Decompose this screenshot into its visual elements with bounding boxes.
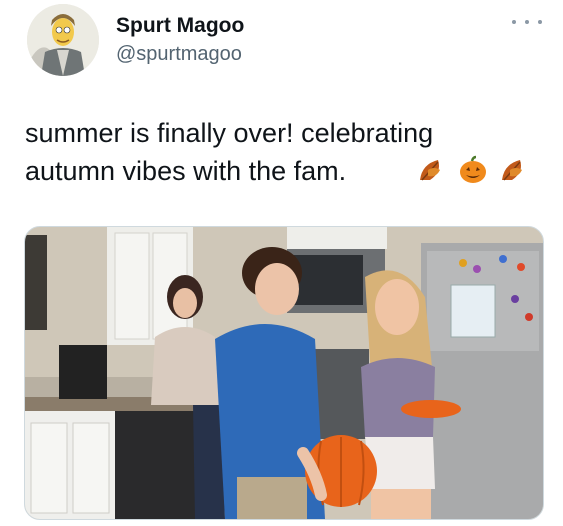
display-name[interactable]: Spurt Magoo [116, 14, 244, 38]
more-dot [525, 20, 529, 24]
fallen-leaf-icon [502, 160, 522, 181]
kitchen-photo [25, 227, 543, 519]
avatar-image [27, 4, 99, 76]
tweet-photo[interactable] [24, 226, 544, 520]
fallen-leaf-icon [420, 160, 440, 181]
more-dot [512, 20, 516, 24]
more-horizontal-icon[interactable] [512, 14, 542, 30]
jack-o-lantern-icon [460, 155, 486, 183]
user-handle[interactable]: @spurtmagoo [116, 42, 242, 66]
avatar[interactable] [27, 4, 99, 76]
tweet-card: Spurt Magoo @spurtmagoo summer is finall… [0, 0, 563, 526]
more-dot [538, 20, 542, 24]
